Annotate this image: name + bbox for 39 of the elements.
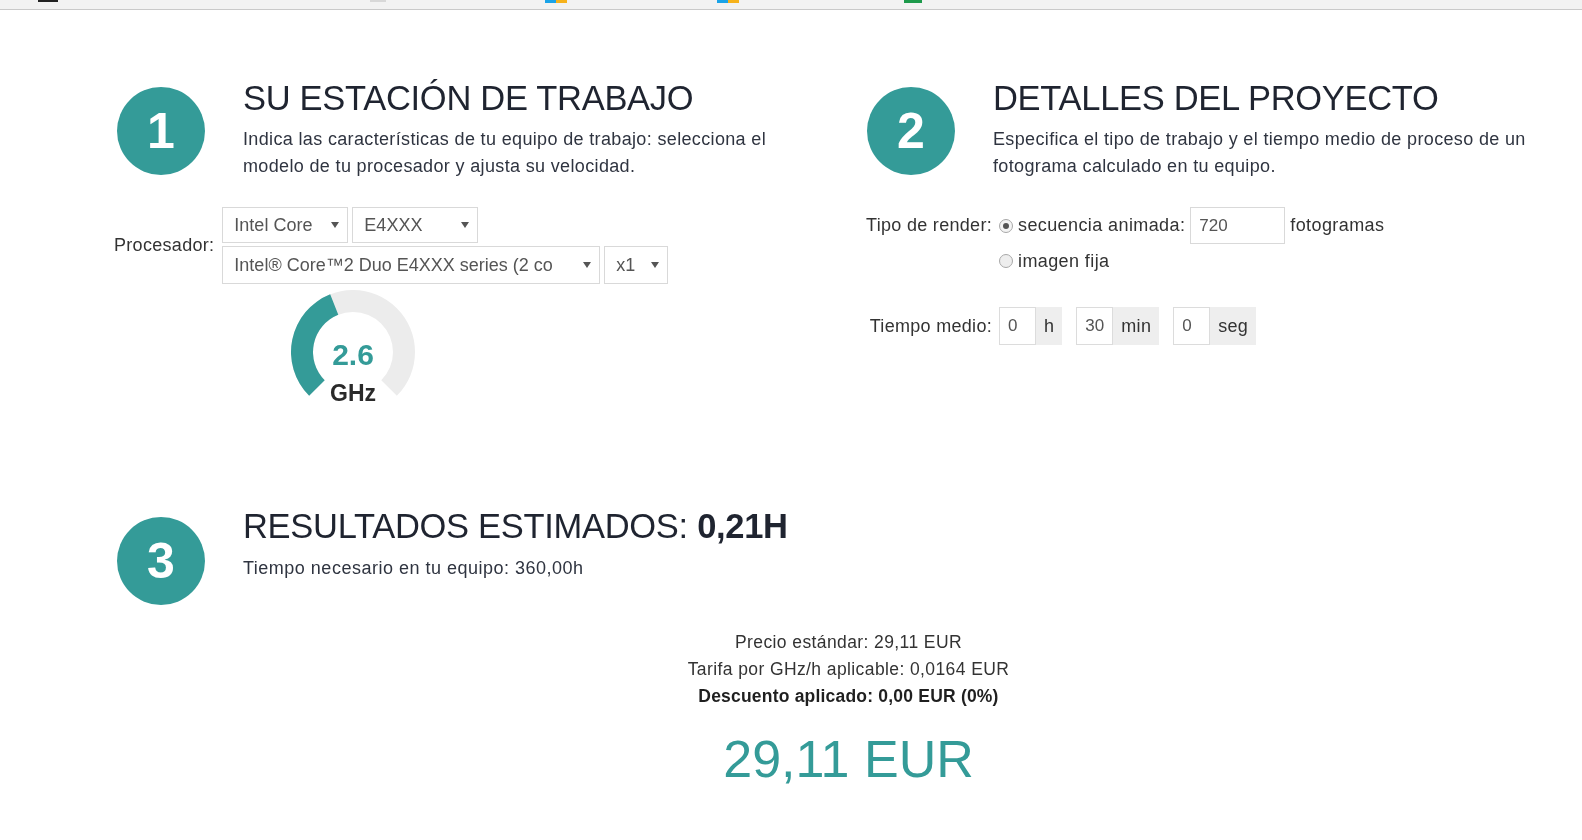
- caret-icon: [583, 262, 592, 268]
- caret-icon: [331, 222, 340, 228]
- dropdown-select[interactable]: Intel Core: [222, 207, 349, 243]
- caret-icon: [651, 262, 660, 268]
- section-description: Especifica el tipo de trabajo y el tiempo medio de proceso de un fotograma calculado en tu equipo.: [993, 128, 1527, 178]
- time-unit: h: [1036, 307, 1063, 345]
- total-price: 29,11 EUR: [723, 729, 974, 790]
- section-description: Indica las características de tu equipo de trabajo: selecciona el modelo de tu procesador y ajusta su velocidad.: [243, 128, 768, 178]
- processor-label: Procesador:: [114, 235, 215, 256]
- required-time-text: Tiempo necesario en tu equipo: 360,00h: [243, 557, 585, 580]
- frames-unit: fotogramas: [1290, 215, 1385, 236]
- average-time-label: Tiempo medio:: [869, 315, 992, 338]
- step-number: 2: [867, 87, 955, 175]
- radio-button[interactable]: [999, 254, 1013, 268]
- time-input[interactable]: 30: [1076, 307, 1114, 345]
- section-title: SU ESTACIÓN DE TRABAJO: [243, 79, 695, 118]
- summary-line: Precio estándar: 29,11 EUR: [735, 631, 962, 654]
- dropdown-select[interactable]: E4XXX: [352, 207, 479, 243]
- caret-icon: [461, 222, 470, 228]
- summary-line: Tarifa por GHz/h aplicable: 0,0164 EUR: [687, 658, 1010, 681]
- time-unit: seg: [1210, 307, 1257, 345]
- frames-input[interactable]: 720: [1190, 207, 1286, 244]
- render-type-label: Tipo de render:: [866, 214, 992, 237]
- radio-button[interactable]: [999, 218, 1013, 233]
- section-title: RESULTADOS ESTIMADOS: 0,21H: [243, 507, 788, 546]
- speed-value: 2.6: [332, 339, 374, 371]
- time-input[interactable]: 0: [1173, 307, 1211, 345]
- option-label: secuencia animada:: [1018, 215, 1186, 236]
- step-number: 3: [117, 517, 205, 605]
- speed-unit: GHz: [330, 380, 376, 406]
- time-unit: min: [1113, 307, 1160, 345]
- step-number: 1: [117, 87, 205, 175]
- time-input[interactable]: 0: [999, 307, 1036, 345]
- dropdown-select[interactable]: Intel® Core™2 Duo E4XXX series (2 co: [222, 246, 601, 284]
- option-label: imagen fija: [1018, 250, 1110, 272]
- dropdown-select[interactable]: x1: [604, 246, 669, 284]
- summary-line: Descuento aplicado: 0,00 EUR (0%): [698, 685, 999, 708]
- section-title: DETALLES DEL PROYECTO: [993, 79, 1440, 118]
- toolbar-icon[interactable]: [38, 0, 58, 3]
